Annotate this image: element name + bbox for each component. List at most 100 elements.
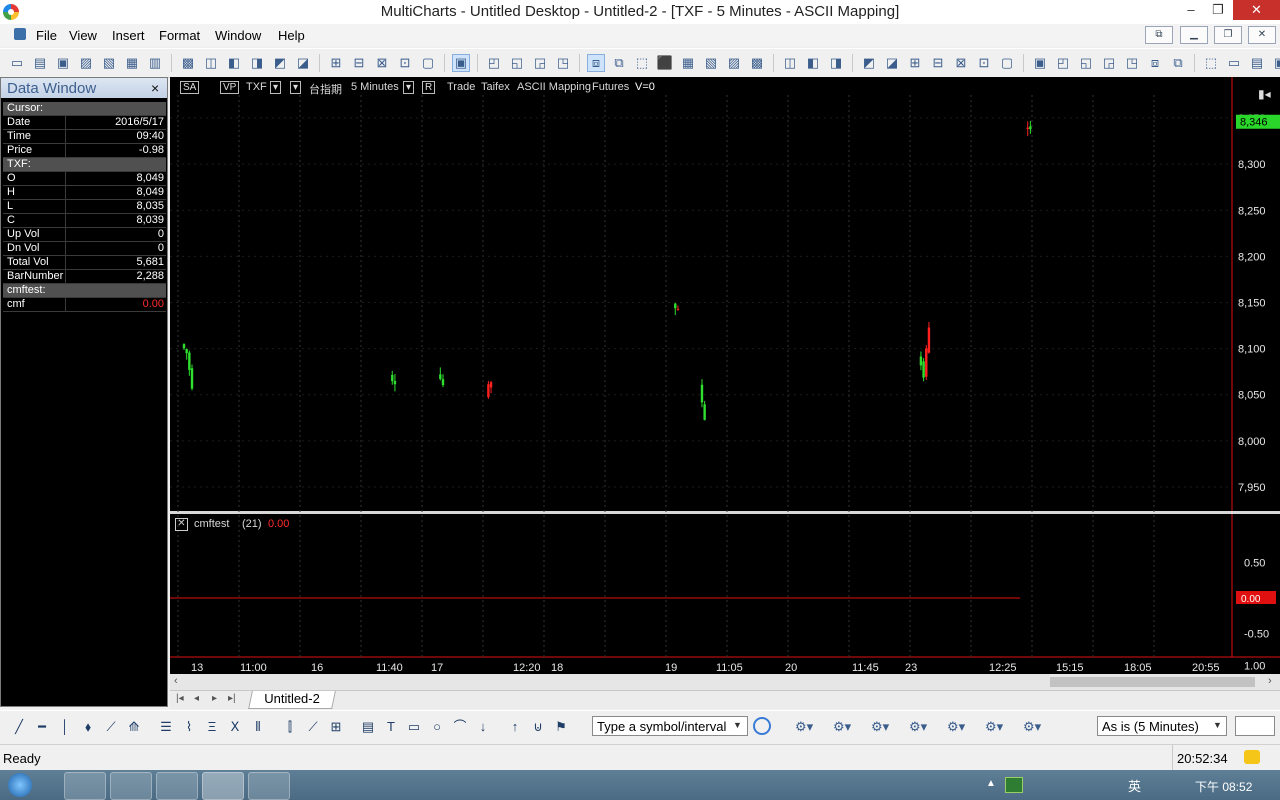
- toolbar-tool-25-icon[interactable]: ⧉: [610, 54, 628, 72]
- toolbar-tool-28-icon[interactable]: ▦: [679, 54, 697, 72]
- tray-expand-icon[interactable]: ▲: [986, 778, 996, 789]
- drawing-tool-22-icon[interactable]: ⊍: [529, 718, 547, 736]
- close-button[interactable]: ✕: [1233, 0, 1280, 20]
- scroll-thumb[interactable]: [1050, 677, 1255, 687]
- chevron-down-icon[interactable]: ▼: [1213, 720, 1222, 730]
- toolbar-tool-30-icon[interactable]: ▨: [725, 54, 743, 72]
- description-dropdown-icon[interactable]: ▾: [290, 81, 302, 94]
- toolbar-tool-9-icon[interactable]: ◫: [202, 54, 220, 72]
- notification-icon[interactable]: [1244, 750, 1260, 764]
- toolbar-tool-1-icon[interactable]: ▭: [8, 54, 26, 72]
- toolbar-tool-15-icon[interactable]: ⊟: [350, 54, 368, 72]
- drawing-tool-5-icon[interactable]: ⟋: [102, 718, 120, 736]
- toolbar-tool-26-icon[interactable]: ⬚: [633, 54, 651, 72]
- toolbar-tool-24-icon[interactable]: ⧈: [587, 54, 605, 72]
- remove-indicator-icon[interactable]: ✕: [175, 518, 188, 531]
- menu-format[interactable]: Format: [159, 28, 200, 43]
- drawing-tool-10-icon[interactable]: Ⅹ: [226, 718, 244, 736]
- insert-tool-1-icon[interactable]: ⚙▾: [795, 718, 813, 736]
- panel-toggle-icon[interactable]: ▮◂: [1258, 87, 1271, 101]
- drawing-tool-8-icon[interactable]: ⌇: [180, 718, 198, 736]
- drawing-tool-13-icon[interactable]: ⟋: [304, 718, 322, 736]
- toolbar-tool-43-icon[interactable]: ◰: [1054, 54, 1072, 72]
- insert-tool-6-icon[interactable]: ⚙▾: [985, 718, 1003, 736]
- drawing-tool-11-icon[interactable]: ⫴: [249, 718, 267, 736]
- toolbar-tool-52-icon[interactable]: ▣: [1271, 54, 1280, 72]
- toolbar-tool-5-icon[interactable]: ▧: [100, 54, 118, 72]
- toolbar-tool-45-icon[interactable]: ◲: [1100, 54, 1118, 72]
- drawing-tool-3-icon[interactable]: │: [56, 718, 74, 736]
- toolbar-tool-50-icon[interactable]: ▭: [1225, 54, 1243, 72]
- toolbar-tool-10-icon[interactable]: ◧: [225, 54, 243, 72]
- toolbar-tool-4-icon[interactable]: ▨: [77, 54, 95, 72]
- search-go-icon[interactable]: [753, 717, 771, 735]
- toolbar-tool-13-icon[interactable]: ◪: [294, 54, 312, 72]
- mdi-close-icon[interactable]: ✕: [1248, 26, 1276, 44]
- scroll-left-icon[interactable]: ‹: [174, 675, 178, 687]
- drawing-tool-20-icon[interactable]: ↓: [474, 718, 492, 736]
- toolbar-tool-40-icon[interactable]: ⊡: [975, 54, 993, 72]
- toolbar-tool-35-icon[interactable]: ◩: [860, 54, 878, 72]
- drawing-tool-2-icon[interactable]: ━: [33, 718, 51, 736]
- drawing-tool-15-icon[interactable]: ▤: [359, 718, 377, 736]
- toolbar-tool-16-icon[interactable]: ⊠: [373, 54, 391, 72]
- toolbar-tool-3-icon[interactable]: ▣: [54, 54, 72, 72]
- taskbar-app-photos-icon[interactable]: [64, 772, 106, 800]
- toolbar-tool-19-icon[interactable]: ▣: [452, 54, 470, 72]
- drawing-tool-7-icon[interactable]: ☰: [157, 718, 175, 736]
- taskbar-app-notepad-icon[interactable]: [248, 772, 290, 800]
- tray-app-icon[interactable]: [1005, 777, 1023, 793]
- taskbar-app-multicharts-icon[interactable]: [202, 772, 244, 800]
- drawing-tool-1-icon[interactable]: ╱: [10, 718, 28, 736]
- quantity-input[interactable]: [1235, 716, 1275, 736]
- taskbar-app-editor-icon[interactable]: [156, 772, 198, 800]
- tab-untitled-2[interactable]: Untitled-2: [248, 691, 336, 709]
- toolbar-tool-17-icon[interactable]: ⊡: [396, 54, 414, 72]
- menu-view[interactable]: View: [69, 28, 97, 43]
- drawing-tool-18-icon[interactable]: ○: [428, 718, 446, 736]
- drawing-tool-19-icon[interactable]: ⌒: [451, 718, 469, 736]
- symbol-dropdown-icon[interactable]: ▾: [270, 81, 282, 94]
- price-chart[interactable]: 7,950 8,000 8,050 8,100 8,150 8,200 8,250 8,300…: [170, 77, 1280, 674]
- toolbar-tool-42-icon[interactable]: ▣: [1031, 54, 1049, 72]
- tab-next-icon[interactable]: ▸: [212, 693, 217, 704]
- chart-window[interactable]: 7,950 8,000 8,050 8,100 8,150 8,200 8,250 8,300…: [170, 77, 1280, 689]
- taskbar-app-ie-icon[interactable]: [110, 772, 152, 800]
- toolbar-tool-34-icon[interactable]: ◨: [827, 54, 845, 72]
- sa-button[interactable]: SA: [180, 81, 200, 94]
- toolbar-tool-29-icon[interactable]: ▧: [702, 54, 720, 72]
- drawing-tool-4-icon[interactable]: ⬧: [79, 718, 97, 736]
- insert-tool-2-icon[interactable]: ⚙▾: [833, 718, 851, 736]
- menu-window[interactable]: Window: [215, 28, 261, 43]
- toolbar-tool-47-icon[interactable]: ⧈: [1146, 54, 1164, 72]
- tab-prev-icon[interactable]: ◂: [194, 693, 199, 704]
- vp-button[interactable]: VP: [220, 81, 240, 94]
- toolbar-tool-48-icon[interactable]: ⧉: [1169, 54, 1187, 72]
- mdi-restore-icon[interactable]: ⧉: [1145, 26, 1173, 44]
- insert-tool-7-icon[interactable]: ⚙▾: [1023, 718, 1041, 736]
- mdi-minimize-icon[interactable]: ▁: [1180, 26, 1208, 44]
- insert-tool-3-icon[interactable]: ⚙▾: [871, 718, 889, 736]
- toolbar-tool-33-icon[interactable]: ◧: [804, 54, 822, 72]
- toolbar-tool-36-icon[interactable]: ◪: [883, 54, 901, 72]
- drawing-tool-12-icon[interactable]: ⫿: [281, 718, 299, 736]
- menu-insert[interactable]: Insert: [112, 28, 145, 43]
- toolbar-tool-14-icon[interactable]: ⊞: [327, 54, 345, 72]
- toolbar-tool-41-icon[interactable]: ▢: [998, 54, 1016, 72]
- input-language[interactable]: 英: [1128, 776, 1141, 795]
- insert-tool-4-icon[interactable]: ⚙▾: [909, 718, 927, 736]
- chevron-down-icon[interactable]: ▼: [733, 720, 742, 730]
- interval-dropdown-icon[interactable]: ▾: [403, 81, 415, 94]
- toolbar-tool-2-icon[interactable]: ▤: [31, 54, 49, 72]
- drawing-tool-16-icon[interactable]: T: [382, 718, 400, 736]
- toolbar-tool-37-icon[interactable]: ⊞: [906, 54, 924, 72]
- toolbar-tool-39-icon[interactable]: ⊠: [952, 54, 970, 72]
- toolbar-tool-27-icon[interactable]: ⬛: [656, 54, 674, 72]
- toolbar-tool-21-icon[interactable]: ◱: [508, 54, 526, 72]
- maximize-button[interactable]: ❐: [1204, 0, 1232, 20]
- toolbar-tool-11-icon[interactable]: ◨: [248, 54, 266, 72]
- toolbar-tool-20-icon[interactable]: ◰: [485, 54, 503, 72]
- toolbar-tool-12-icon[interactable]: ◩: [271, 54, 289, 72]
- toolbar-tool-51-icon[interactable]: ▤: [1248, 54, 1266, 72]
- mdi-maximize-icon[interactable]: ❐: [1214, 26, 1242, 44]
